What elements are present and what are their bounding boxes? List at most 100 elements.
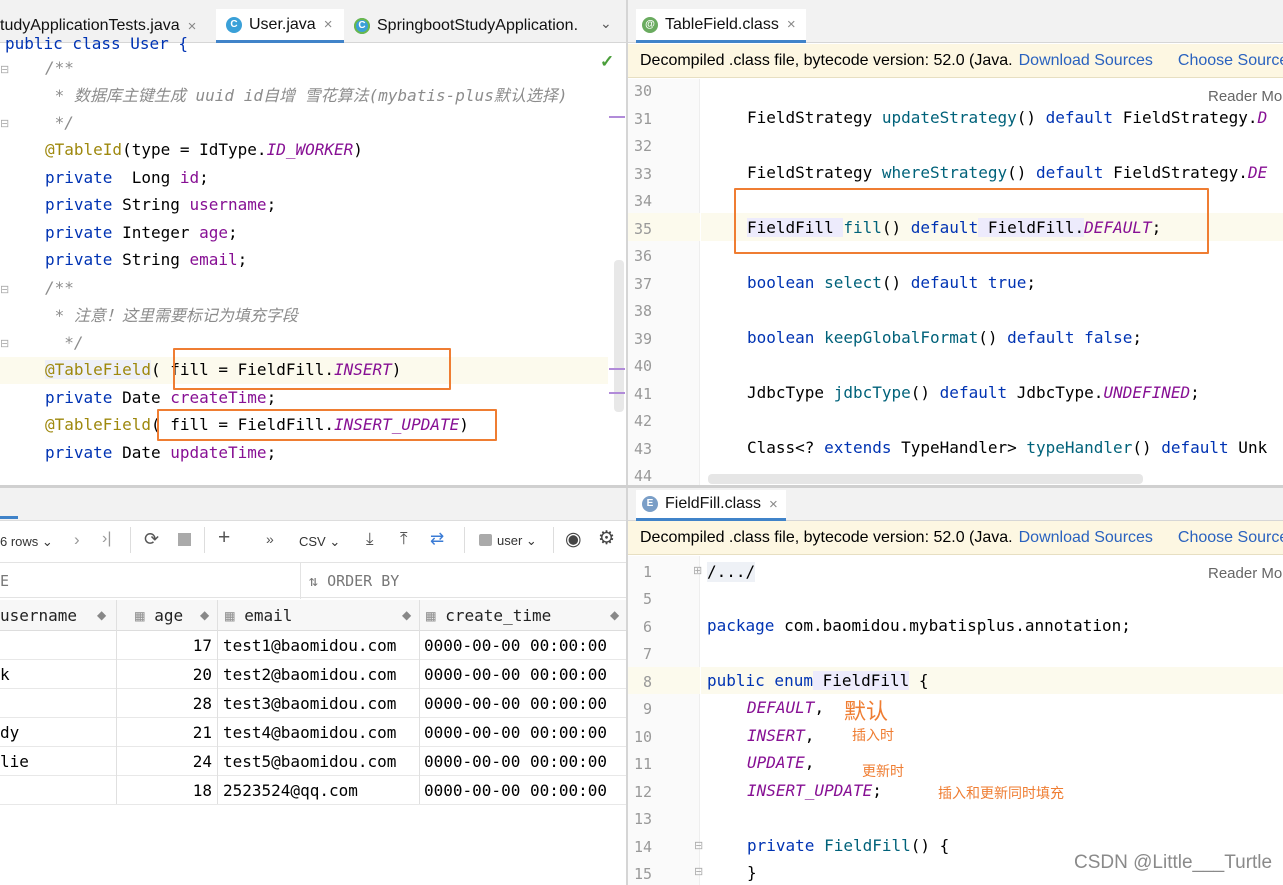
line-number: 12 (633, 783, 652, 801)
column-header-create-time[interactable]: ▦ create_time (426, 600, 551, 631)
user-java-editor[interactable]: tudyApplicationTests.java × C User.java … (0, 0, 627, 486)
database-console[interactable]: 6 rows ⌄ › ›| ⟳ + » CSV ⌄ ⤓ ⤒ ⇄ user ⌄ ◉… (0, 488, 627, 885)
close-icon[interactable]: × (787, 16, 796, 33)
chevron-down-icon[interactable]: ⌄ (600, 15, 612, 32)
note-insert-update: 插入和更新同时填充 (938, 785, 1064, 801)
export-format-dropdown[interactable]: CSV ⌄ (299, 534, 340, 550)
table-row[interactable]: 18 2523524@qq.com 0000-00-00 00:00:00 (0, 776, 627, 805)
cell-create-time[interactable]: 0000-00-00 00:00:00 (424, 718, 607, 747)
scrollbar-thumb[interactable] (614, 260, 624, 412)
cell-create-time[interactable]: 0000-00-00 00:00:00 (424, 776, 607, 805)
download-sources-link[interactable]: Download Sources (1019, 529, 1153, 547)
eye-icon[interactable]: ◉ (565, 528, 582, 551)
reader-mode-label[interactable]: Reader Mo (1208, 565, 1282, 582)
column-header-age[interactable]: ▦ age (135, 600, 183, 631)
table-row[interactable]: dy 21 test4@baomidou.com 0000-00-00 00:0… (0, 718, 627, 747)
line-number: 36 (633, 247, 652, 265)
column-icon: ▦ (426, 606, 446, 625)
fold-icon[interactable]: ⊟ (0, 337, 9, 350)
tab-user-java[interactable]: C User.java × (216, 9, 344, 43)
line-number: 44 (633, 467, 652, 485)
cell-create-time[interactable]: 0000-00-00 00:00:00 (424, 747, 607, 776)
table-row[interactable]: 17 test1@baomidou.com 0000-00-00 00:00:0… (0, 631, 627, 660)
table-row[interactable]: lie 24 test5@baomidou.com 0000-00-00 00:… (0, 747, 627, 776)
cell-email[interactable]: 2523524@qq.com (223, 776, 358, 805)
line-number: 33 (633, 165, 652, 183)
cell-username[interactable]: dy (0, 718, 19, 747)
tab-field-fill-class[interactable]: E FieldFill.class × (636, 490, 786, 521)
next-page-icon[interactable]: › (74, 530, 80, 550)
decompiled-banner: Decompiled .class file, bytecode version… (628, 521, 1283, 555)
tab-springboot-study-application[interactable]: C SpringbootStudyApplication. (346, 9, 596, 43)
cell-email[interactable]: test3@baomidou.com (223, 689, 396, 718)
vertical-splitter[interactable] (626, 0, 628, 885)
fold-icon[interactable]: ⊞ (693, 564, 702, 577)
more-icon[interactable]: » (266, 531, 274, 547)
cell-create-time[interactable]: 0000-00-00 00:00:00 (424, 660, 607, 689)
reader-mode-label[interactable]: Reader Mo (1208, 88, 1282, 105)
column-header-email[interactable]: ▦ email (225, 600, 292, 631)
fold-icon[interactable]: ⊟ (0, 63, 9, 76)
field-fill-class-editor[interactable]: E FieldFill.class × Decompiled .class fi… (628, 488, 1283, 885)
line-number: 30 (633, 82, 652, 100)
cell-email[interactable]: test2@baomidou.com (223, 660, 396, 689)
fold-icon[interactable]: ⊟ (694, 839, 703, 852)
cell-age[interactable]: 20 (118, 660, 212, 689)
code-line-where-strategy: FieldStrategy whereStrategy() default Fi… (747, 163, 1268, 182)
cell-email[interactable]: test1@baomidou.com (223, 631, 396, 660)
table-field-class-editor[interactable]: @ TableField.class × Decompiled .class f… (628, 0, 1283, 486)
line-number: 43 (633, 440, 652, 458)
upload-icon[interactable]: ⤒ (400, 529, 408, 549)
choose-sources-link[interactable]: Choose Source (1178, 529, 1283, 547)
code-line-update: UPDATE, (747, 753, 815, 772)
check-icon: ✓ (600, 52, 615, 71)
code-line-username: private String username; (45, 195, 277, 214)
cell-email[interactable]: test4@baomidou.com (223, 718, 396, 747)
compare-icon[interactable]: ⇄ (430, 529, 444, 549)
cell-email[interactable]: test5@baomidou.com (223, 747, 396, 776)
cell-age[interactable]: 24 (118, 747, 212, 776)
where-filter-input[interactable]: E (0, 572, 9, 590)
close-icon[interactable]: × (188, 18, 197, 35)
download-icon[interactable]: ⤓ (366, 529, 374, 549)
download-sources-link[interactable]: Download Sources (1019, 52, 1153, 70)
tab-table-field-class[interactable]: @ TableField.class × (636, 9, 806, 43)
sort-icon[interactable]: ◆ (610, 600, 619, 631)
cell-age[interactable]: 18 (118, 776, 212, 805)
note-update: 更新时 (862, 763, 904, 779)
gear-icon[interactable]: ⚙ (598, 527, 615, 550)
code-line-close-brace: } (747, 863, 757, 882)
cell-create-time[interactable]: 0000-00-00 00:00:00 (424, 631, 607, 660)
order-by-input[interactable]: ⇅ ORDER BY (309, 572, 399, 590)
sort-icon[interactable]: ◆ (200, 600, 209, 631)
close-icon[interactable]: × (324, 16, 333, 33)
add-row-icon[interactable]: + (218, 526, 230, 550)
choose-sources-link[interactable]: Choose Source (1178, 52, 1283, 70)
cell-age[interactable]: 28 (118, 689, 212, 718)
sort-icon[interactable]: ◆ (97, 600, 106, 631)
cell-age[interactable]: 21 (118, 718, 212, 747)
cell-username[interactable]: k (0, 660, 10, 689)
last-page-icon[interactable]: ›| (102, 530, 111, 548)
table-row[interactable]: 28 test3@baomidou.com 0000-00-00 00:00:0… (0, 689, 627, 718)
rows-count-dropdown[interactable]: 6 rows ⌄ (0, 534, 53, 550)
fold-icon[interactable]: ⊟ (0, 117, 9, 130)
stop-icon[interactable] (178, 533, 191, 546)
column-separator (217, 600, 218, 804)
folded-imports[interactable]: /.../ (707, 562, 756, 582)
close-icon[interactable]: × (769, 496, 778, 513)
cell-username[interactable]: lie (0, 747, 29, 776)
cell-create-time[interactable]: 0000-00-00 00:00:00 (424, 689, 607, 718)
column-header-username[interactable]: username (0, 600, 77, 631)
fold-icon[interactable]: ⊟ (0, 283, 9, 296)
cell-age[interactable]: 17 (118, 631, 212, 660)
sort-icon[interactable]: ◆ (402, 600, 411, 631)
horizontal-scrollbar[interactable] (708, 474, 1143, 484)
tab-label: User.java (249, 15, 316, 33)
decompiled-banner: Decompiled .class file, bytecode version… (628, 44, 1283, 78)
table-row[interactable]: k 20 test2@baomidou.com 0000-00-00 00:00… (0, 660, 627, 689)
session-dropdown[interactable]: user ⌄ (479, 533, 537, 549)
refresh-icon[interactable]: ⟳ (144, 529, 159, 550)
fold-icon[interactable]: ⊟ (694, 865, 703, 878)
horizontal-splitter[interactable] (0, 485, 1283, 488)
